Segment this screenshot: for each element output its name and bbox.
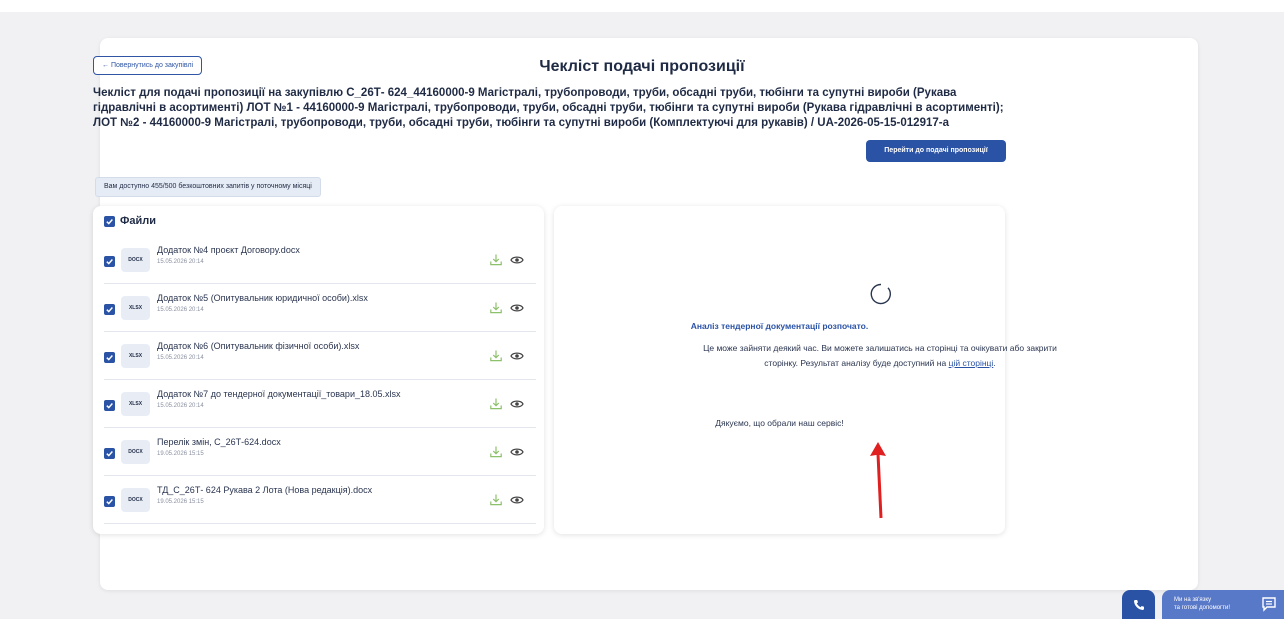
phone-button[interactable]	[1122, 590, 1155, 619]
file-type-badge: XLSX	[121, 392, 150, 416]
check-icon	[106, 259, 113, 265]
file-checkbox[interactable]	[104, 400, 115, 411]
file-row: XLSX Додаток №5 (Опитувальник юридичної …	[104, 284, 536, 332]
analysis-body-suffix: .	[993, 358, 996, 368]
spinner-icon	[870, 283, 891, 305]
file-date: 19.05.2026 15:15	[157, 451, 204, 457]
files-panel: Файли DOCX Додаток №4 проєкт Договору.do…	[93, 206, 544, 534]
back-to-procurement-button[interactable]: ← Повернутись до закупівлі	[93, 56, 203, 75]
file-row: XLSX Додаток №7 до тендерної документаці…	[104, 380, 536, 428]
download-icon[interactable]	[489, 253, 503, 267]
file-type-badge: DOCX	[121, 440, 150, 464]
file-name: Перелік змін, С_26Т-624.docx	[157, 437, 281, 447]
file-checkbox[interactable]	[104, 496, 115, 507]
file-name: Додаток №7 до тендерної документації_тов…	[157, 389, 401, 399]
thanks-text: Дякуємо, що обрали наш сервіс!	[715, 418, 844, 428]
check-icon	[106, 499, 113, 505]
check-icon	[106, 218, 113, 225]
file-checkbox[interactable]	[104, 256, 115, 267]
files-header-label: Файли	[120, 215, 157, 227]
select-all-checkbox[interactable]	[104, 215, 115, 227]
support-line-2: та готові допомогти!	[1174, 605, 1230, 611]
eye-icon[interactable]	[510, 398, 524, 410]
files-header: Файли	[104, 215, 156, 227]
file-name: Додаток №5 (Опитувальник юридичної особи…	[157, 293, 368, 303]
analysis-body-text: Це може зайняти деякий час. Ви можете за…	[703, 343, 1057, 368]
eye-icon[interactable]	[510, 350, 524, 362]
results-page-link[interactable]: цій сторінці	[949, 358, 994, 368]
file-date: 19.05.2026 15:15	[157, 499, 204, 505]
check-icon	[106, 403, 113, 409]
file-date: 15.05.2026 20:14	[157, 307, 204, 313]
chat-icon	[1262, 597, 1276, 612]
file-row: XLSX Додаток №6 (Опитувальник фізичної о…	[104, 332, 536, 380]
eye-icon[interactable]	[510, 494, 524, 506]
file-type-badge: DOCX	[121, 488, 150, 512]
procurement-title: Чекліст для подачі пропозиції на закупів…	[93, 87, 1004, 129]
support-line-1: Ми на зв'язку	[1174, 597, 1212, 603]
file-date: 15.05.2026 20:14	[157, 259, 204, 265]
eye-icon[interactable]	[510, 446, 524, 458]
eye-icon[interactable]	[510, 254, 524, 266]
check-icon	[106, 355, 113, 361]
file-date: 15.05.2026 20:14	[157, 355, 204, 361]
file-row: DOCX Перелік змін, С_26Т-624.docx 19.05.…	[104, 428, 536, 476]
eye-icon[interactable]	[510, 302, 524, 314]
file-row: DOCX ТД_С_26Т- 624 Рукава 2 Лота (Нова р…	[104, 476, 536, 524]
download-icon[interactable]	[489, 397, 503, 411]
check-icon	[106, 451, 113, 457]
support-chat-button[interactable]: Ми на зв'язку та готові допомогти!	[1162, 590, 1284, 619]
phone-icon	[1133, 599, 1144, 610]
file-checkbox[interactable]	[104, 448, 115, 459]
file-date: 15.05.2026 20:14	[157, 403, 204, 409]
arrow-icon	[870, 442, 886, 519]
file-checkbox[interactable]	[104, 304, 115, 315]
analysis-body-prefix: на	[936, 358, 947, 368]
download-icon[interactable]	[489, 349, 503, 363]
download-icon[interactable]	[489, 445, 503, 459]
download-icon[interactable]	[489, 493, 503, 507]
file-row: DOCX Додаток №4 проєкт Договору.docx 15.…	[104, 236, 536, 284]
analysis-status-title: Аналіз тендерної документації розпочато.	[690, 321, 869, 331]
file-type-badge: XLSX	[121, 296, 150, 320]
download-icon[interactable]	[489, 301, 503, 315]
check-icon	[106, 307, 113, 313]
file-type-badge: DOCX	[121, 248, 150, 272]
file-name: ТД_С_26Т- 624 Рукава 2 Лота (Нова редакц…	[157, 485, 373, 495]
quota-badge: Вам доступно 455/500 безкоштовних запиті…	[95, 177, 321, 197]
file-name: Додаток №4 проєкт Договору.docx	[157, 245, 300, 255]
file-checkbox[interactable]	[104, 352, 115, 363]
file-type-badge: XLSX	[121, 344, 150, 368]
analysis-status-text: Це може зайняти деякий час. Ви можете за…	[694, 341, 1066, 371]
go-to-submission-button[interactable]: Перейти до подачі пропозиції	[866, 140, 1006, 162]
file-name: Додаток №6 (Опитувальник фізичної особи)…	[157, 341, 360, 351]
top-bar	[0, 0, 1284, 12]
